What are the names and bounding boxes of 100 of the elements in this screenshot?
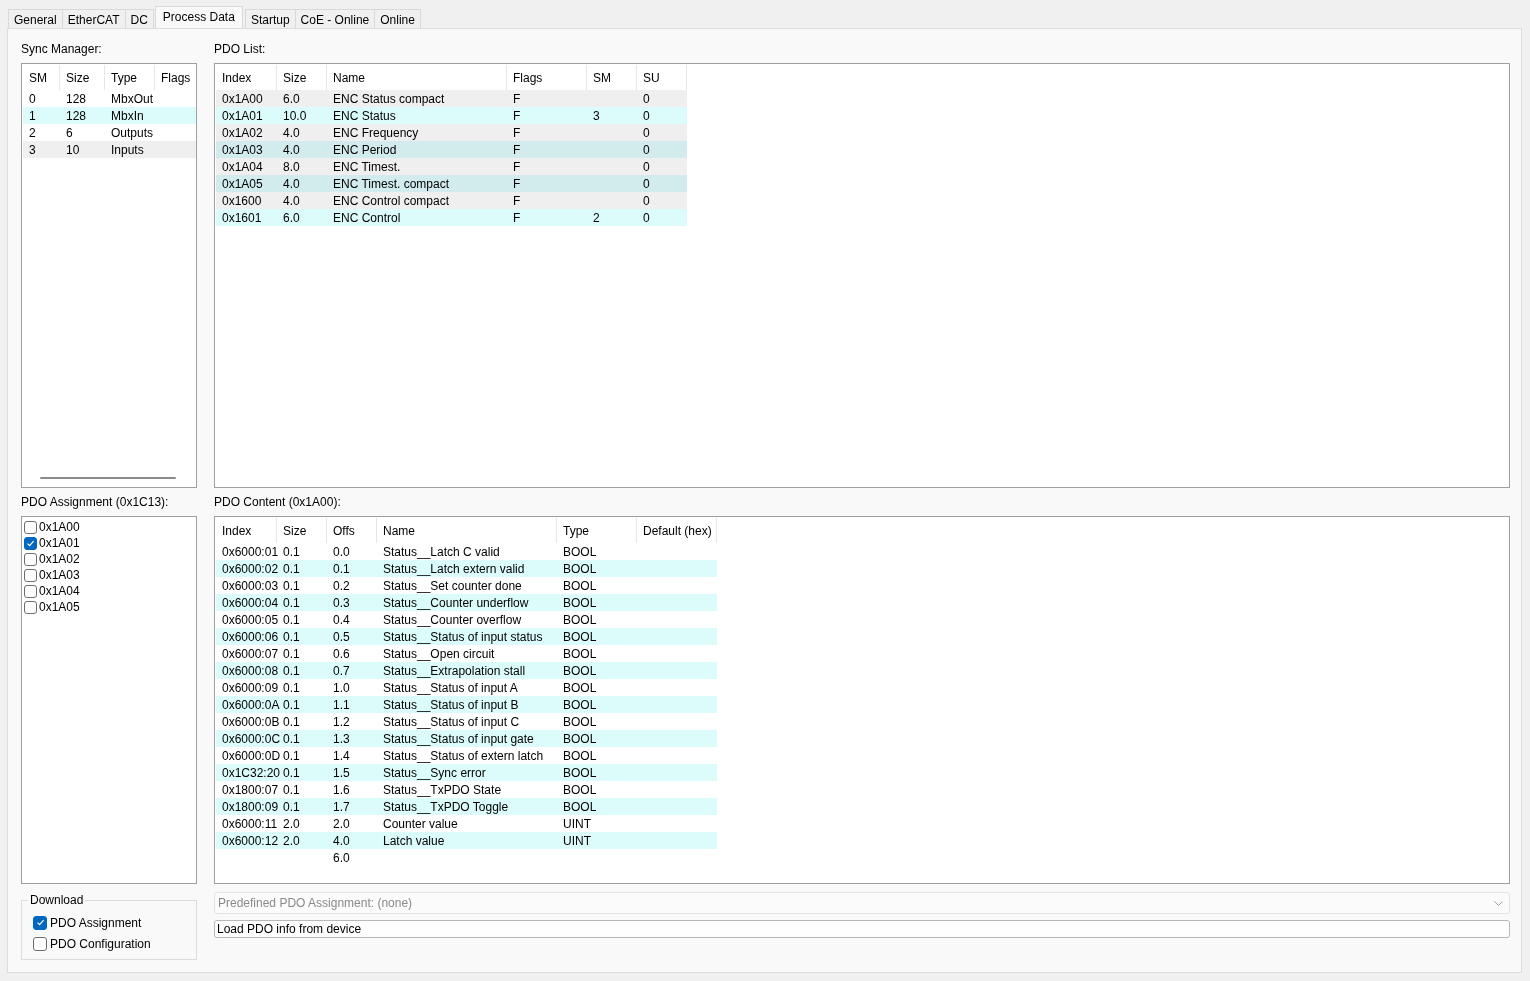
table-cell-text: ENC Timest. compact	[332, 176, 451, 191]
table-cell-text: 0x6000:05	[221, 612, 277, 627]
table-row[interactable]: 0x1C32:20 0.1 1.5 Status__Sync error BOOL	[216, 764, 717, 781]
tab[interactable]: DC	[124, 9, 154, 28]
table-cell-text: 2.0	[282, 816, 301, 831]
table-cell-text: 0.1	[282, 748, 301, 763]
table-cell-text: 1.2	[332, 714, 351, 729]
table-cell-text: 0.1	[282, 697, 301, 712]
table-cell-text: BOOL	[562, 680, 598, 695]
table-cell-text: 128	[65, 108, 88, 123]
checkbox[interactable]	[33, 915, 47, 930]
table-row[interactable]: 0x6000:0C 0.1 1.3 Status__Status of input gate BOOL	[216, 730, 717, 747]
table-cell-text: 2.0	[282, 833, 301, 848]
table-row[interactable]: 1 128 MbxIn	[23, 107, 196, 124]
table-cell-text: 0.1	[282, 714, 301, 729]
checkbox-label[interactable]: 0x1A04	[39, 584, 80, 598]
checkbox-label[interactable]: 0x1A01	[39, 536, 80, 550]
table-cell-text: 0.7	[332, 663, 351, 678]
table-cell-text: 0x6000:08	[221, 663, 277, 678]
table-cell-text: BOOL	[562, 782, 598, 797]
table-row[interactable]: 0x1600 4.0 ENC Control compact F 0	[216, 192, 687, 209]
table-cell-text: 0	[642, 176, 651, 191]
table-cell-text: 1.1	[332, 697, 351, 712]
table-cell-text: 0	[642, 159, 651, 174]
table-row[interactable]: 0x6000:06 0.1 0.5 Status__Status of input status BOOL	[216, 628, 717, 645]
checkbox-label[interactable]: PDO Assignment	[50, 915, 142, 930]
table-cell-text: Status__Status of input C	[382, 714, 521, 729]
tab[interactable]: Startup	[244, 9, 296, 28]
table-cell-text: Status__Extrapolation stall	[382, 663, 527, 678]
checkbox-label[interactable]: 0x1A05	[39, 600, 80, 614]
table-cell-text: 0	[642, 91, 651, 106]
table-cell-text: BOOL	[562, 595, 598, 610]
table-row[interactable]: 0x6000:08 0.1 0.7 Status__Extrapolation stall BOOL	[216, 662, 717, 679]
table-cell-text: 0.1	[282, 578, 301, 593]
table-row[interactable]: 0x1601 6.0 ENC Control F 2 0	[216, 209, 687, 226]
table-cell-text: Status__TxPDO State	[382, 782, 503, 797]
table-cell-text: 1.3	[332, 731, 351, 746]
table-cell-text: 0.1	[282, 680, 301, 695]
table-cell-text: 0x6000:03	[221, 578, 277, 593]
tab[interactable]: General	[8, 9, 63, 28]
table-cell-text: 0x6000:06	[221, 629, 277, 644]
table-cell-text: 0x1A00	[221, 91, 264, 106]
checkbox-label[interactable]: PDO Configuration	[50, 936, 151, 951]
table-cell-text: 0x1601	[221, 210, 263, 225]
checkbox[interactable]	[24, 520, 37, 534]
table-cell-text: 0.1	[282, 544, 301, 559]
table-cell-text: Status__Status of input gate	[382, 731, 535, 746]
table-cell-text: 1.4	[332, 748, 351, 763]
table-cell-text: 0x6000:01	[221, 544, 277, 559]
checkbox[interactable]	[33, 936, 47, 951]
table-row[interactable]: 0x6000:02 0.1 0.1 Status__Latch extern valid BOOL	[216, 560, 717, 577]
table-cell-text: BOOL	[562, 663, 598, 678]
table-row[interactable]: 0x1800:09 0.1 1.7 Status__TxPDO Toggle BOOL	[216, 798, 717, 815]
load-button[interactable]: Load PDO info from device	[214, 920, 1510, 938]
checkbox[interactable]	[24, 552, 37, 566]
table-row[interactable]: 0x1A00 6.0 ENC Status compact F 0	[216, 90, 687, 107]
checkbox[interactable]	[24, 568, 37, 582]
table-cell-text: 4.0	[332, 833, 351, 848]
table-cell-text: 0	[642, 210, 651, 225]
table-cell-text: 0.1	[282, 765, 301, 780]
tab[interactable]: Process Data	[154, 6, 243, 28]
table-row[interactable]: 3 10 Inputs	[23, 141, 196, 158]
checkbox[interactable]	[24, 600, 37, 614]
table-row[interactable]: 0x1A02 4.0 ENC Frequency F 0	[216, 124, 687, 141]
table-row[interactable]: 0x1A05 4.0 ENC Timest. compact F 0	[216, 175, 687, 192]
section-label: PDO Content (0x1A00):	[214, 495, 342, 511]
scrollbar[interactable]	[40, 477, 176, 479]
table-cell-text: F	[512, 210, 522, 225]
table-cell-text: F	[512, 91, 522, 106]
table-cell-text: 0.1	[282, 731, 301, 746]
checkbox[interactable]	[24, 536, 37, 550]
table-cell-text: 0x1A02	[221, 125, 264, 140]
table-cell-text: 0x6000:04	[221, 595, 277, 610]
group-label: Download	[28, 893, 86, 907]
table-cell-text: 10	[65, 142, 81, 157]
table-cell-text: BOOL	[562, 765, 598, 780]
tab[interactable]: Online	[374, 9, 421, 28]
table-cell-text: 0x1A04	[221, 159, 264, 174]
table-cell-text: 0.1	[282, 799, 301, 814]
table-cell-text: Status__Set counter done	[382, 578, 523, 593]
table-cell-text: 0.1	[282, 612, 301, 627]
table-row[interactable]: 0x1A04 8.0 ENC Timest. F 0	[216, 158, 687, 175]
table-row[interactable]: 0x1A01 10.0 ENC Status F 3 0	[216, 107, 687, 124]
table-cell-text: 2	[592, 210, 601, 225]
checkbox-label[interactable]: 0x1A00	[39, 520, 80, 534]
table-cell-text: 0.3	[332, 595, 351, 610]
table-cell-text: 6.0	[282, 210, 301, 225]
section-label: Sync Manager:	[21, 42, 103, 58]
table-row[interactable]: 0x6000:0A 0.1 1.1 Status__Status of input B BOOL	[216, 696, 717, 713]
checkbox-label[interactable]: 0x1A03	[39, 568, 80, 582]
table-row[interactable]: 0x6000:12 2.0 4.0 Latch value UINT	[216, 832, 717, 849]
table-cell-text: 1	[28, 108, 37, 123]
checkbox[interactable]	[24, 584, 37, 598]
table-row[interactable]: 0x6000:04 0.1 0.3 Status__Counter underflow BOOL	[216, 594, 717, 611]
table-cell-text: Inputs	[110, 142, 145, 157]
table-cell-text: BOOL	[562, 799, 598, 814]
table-cell-text: 0	[642, 142, 651, 157]
table-cell-text: 2	[28, 125, 37, 140]
table-row[interactable]: 0x1A03 4.0 ENC Period F 0	[216, 141, 687, 158]
checkbox-label[interactable]: 0x1A02	[39, 552, 80, 566]
